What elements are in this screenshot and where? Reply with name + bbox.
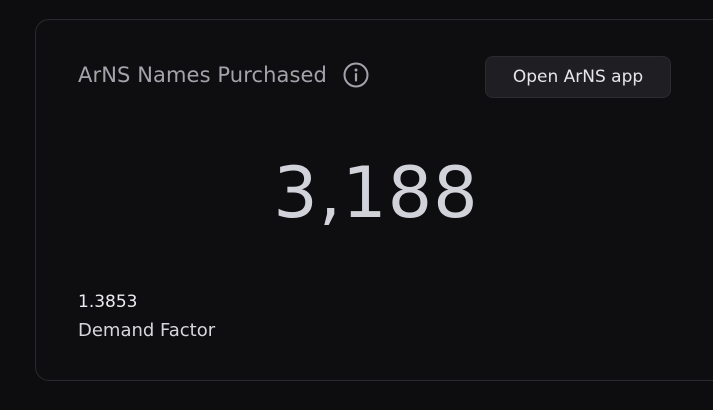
card-header: ArNS Names Purchased bbox=[78, 62, 369, 88]
card-title: ArNS Names Purchased bbox=[78, 63, 327, 87]
arns-stats-card: ArNS Names Purchased Open ArNS app 3,188… bbox=[35, 19, 713, 381]
demand-factor-label: Demand Factor bbox=[78, 320, 216, 341]
open-arns-app-button[interactable]: Open ArNS app bbox=[485, 56, 671, 98]
demand-factor-value: 1.3853 bbox=[78, 292, 138, 312]
info-circle-icon[interactable] bbox=[343, 62, 369, 88]
names-purchased-count: 3,188 bbox=[273, 152, 479, 234]
